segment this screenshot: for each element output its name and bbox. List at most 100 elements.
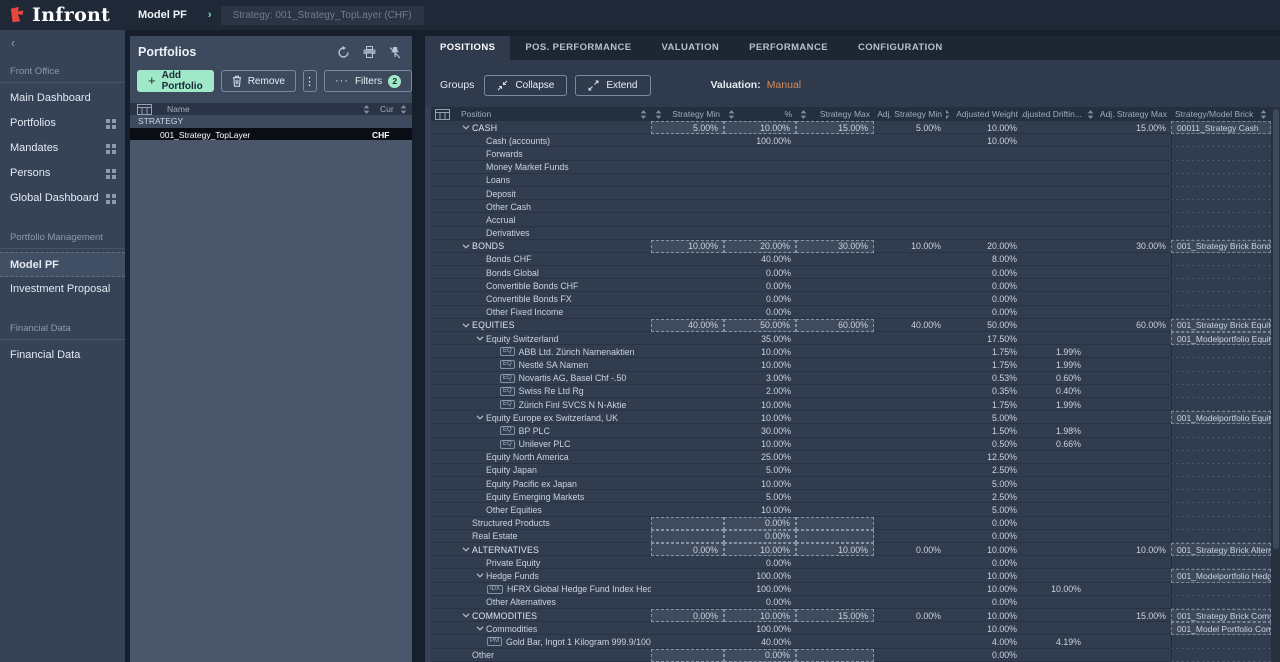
strategy-min-cell[interactable] [651,253,724,266]
sidebar-item-model-pf[interactable]: Model PF [0,252,125,277]
adj-strategy-min-cell[interactable] [874,200,946,213]
position-cell[interactable]: Accrual [431,213,651,226]
strategy-min-cell[interactable] [651,411,724,424]
position-cell[interactable]: Other Cash [431,200,651,213]
position-cell[interactable]: Other [431,649,651,662]
strategy-min-cell[interactable] [651,438,724,451]
strategy-max-cell[interactable] [796,174,874,187]
adjusted-weight-cell[interactable]: 0.35% [946,385,1022,398]
weight-pct-cell[interactable]: 100.00% [724,622,796,635]
adjusted-drifting-cell[interactable] [1022,187,1086,200]
strategy-max-cell[interactable]: 15.00% [796,609,874,622]
strategy-min-cell[interactable] [651,635,724,648]
weight-pct-cell[interactable]: 0.00% [724,530,796,543]
strategy-model-brick-cell[interactable] [1171,161,1271,174]
adjusted-weight-cell[interactable]: 0.50% [946,438,1022,451]
strategy-max-cell[interactable]: 60.00% [796,319,874,332]
weight-pct-cell[interactable]: 5.00% [724,490,796,503]
strategy-max-cell[interactable] [796,517,874,530]
weight-pct-cell[interactable]: 10.00% [724,358,796,371]
strategy-model-brick-cell[interactable] [1171,635,1271,648]
adj-strategy-min-cell[interactable] [874,635,946,648]
adj-strategy-max-cell[interactable] [1086,517,1171,530]
valuation-value[interactable]: Manual [767,79,801,91]
tab-performance[interactable]: PERFORMANCE [734,36,843,60]
strategy-model-brick-cell[interactable] [1171,306,1271,319]
column-header-%[interactable]: % [724,107,796,121]
strategy-max-cell[interactable] [796,134,874,147]
adjusted-weight-cell[interactable]: 0.00% [946,596,1022,609]
sort-icon[interactable] [640,110,647,119]
strategy-min-cell[interactable] [651,649,724,662]
position-cell[interactable]: EQUnilever PLC [431,438,651,451]
weight-pct-cell[interactable]: 2.00% [724,385,796,398]
chevron-down-icon[interactable] [473,573,486,578]
adj-strategy-min-cell[interactable] [874,279,946,292]
adjusted-drifting-cell[interactable] [1022,622,1086,635]
adj-strategy-min-cell[interactable] [874,187,946,200]
adj-strategy-max-cell[interactable] [1086,635,1171,648]
adj-strategy-max-cell[interactable] [1086,266,1171,279]
adjusted-drifting-cell[interactable]: 0.40% [1022,385,1086,398]
adj-strategy-min-cell[interactable] [874,583,946,596]
adj-strategy-min-cell[interactable] [874,292,946,305]
adjusted-drifting-cell[interactable] [1022,306,1086,319]
position-cell[interactable]: Other Equities [431,503,651,516]
adjusted-drifting-cell[interactable] [1022,253,1086,266]
adj-strategy-min-cell[interactable]: 0.00% [874,609,946,622]
sidebar-item-mandates[interactable]: Mandates [0,136,125,161]
adjusted-weight-cell[interactable]: 0.00% [946,306,1022,319]
adjusted-weight-cell[interactable]: 0.00% [946,292,1022,305]
weight-pct-cell[interactable]: 10.00% [724,609,796,622]
adj-strategy-min-cell[interactable] [874,332,946,345]
adj-strategy-max-cell[interactable] [1086,556,1171,569]
weight-pct-cell[interactable]: 100.00% [724,134,796,147]
adjusted-weight-cell[interactable]: 0.00% [946,266,1022,279]
chevron-down-icon[interactable] [473,626,486,631]
add-portfolio-button[interactable]: + Add Portfolio [137,70,214,92]
adjusted-drifting-cell[interactable] [1022,596,1086,609]
weight-pct-cell[interactable]: 10.00% [724,121,796,134]
position-cell[interactable]: Equity Pacific ex Japan [431,477,651,490]
strategy-min-cell[interactable]: 40.00% [651,319,724,332]
strategy-max-cell[interactable] [796,332,874,345]
adj-strategy-min-cell[interactable] [874,596,946,609]
adjusted-weight-cell[interactable]: 10.00% [946,569,1022,582]
adjusted-drifting-cell[interactable] [1022,227,1086,240]
strategy-max-cell[interactable] [796,292,874,305]
adj-strategy-min-cell[interactable] [874,424,946,437]
column-header-strategy-max[interactable]: Strategy Max [796,107,874,121]
sort-icon[interactable] [1260,110,1267,119]
sort-icon[interactable] [1087,110,1094,119]
sort-icon[interactable] [400,105,407,114]
adjusted-weight-cell[interactable]: 20.00% [946,240,1022,253]
tab-positions[interactable]: POSITIONS [425,36,510,60]
adjusted-drifting-cell[interactable] [1022,556,1086,569]
strategy-model-brick-cell[interactable]: 001_Modelportfolio Equity Swi... [1171,332,1271,345]
adj-strategy-max-cell[interactable] [1086,477,1171,490]
strategy-min-cell[interactable]: 0.00% [651,543,724,556]
weight-pct-cell[interactable]: 10.00% [724,398,796,411]
position-cell[interactable]: Cash (accounts) [431,134,651,147]
collapse-button[interactable]: Collapse [484,75,567,96]
strategy-max-cell[interactable] [796,187,874,200]
adj-strategy-max-cell[interactable] [1086,464,1171,477]
adjusted-weight-cell[interactable]: 0.00% [946,530,1022,543]
strategy-min-cell[interactable] [651,187,724,200]
adjusted-weight-cell[interactable]: 10.00% [946,543,1022,556]
strategy-min-cell[interactable] [651,451,724,464]
adjusted-drifting-cell[interactable] [1022,147,1086,160]
weight-pct-cell[interactable] [724,200,796,213]
adj-strategy-max-cell[interactable] [1086,358,1171,371]
position-cell[interactable]: Private Equity [431,556,651,569]
name-column-header[interactable]: Name [152,104,363,114]
adj-strategy-min-cell[interactable] [874,358,946,371]
position-cell[interactable]: Convertible Bonds CHF [431,279,651,292]
vertical-scrollbar[interactable] [1271,107,1280,662]
weight-pct-cell[interactable]: 3.00% [724,372,796,385]
strategy-model-brick-cell[interactable] [1171,503,1271,516]
adj-strategy-min-cell[interactable]: 5.00% [874,121,946,134]
adj-strategy-min-cell[interactable] [874,490,946,503]
sidebar-collapse-icon[interactable]: ‹ [0,30,125,55]
strategy-model-brick-cell[interactable] [1171,424,1271,437]
